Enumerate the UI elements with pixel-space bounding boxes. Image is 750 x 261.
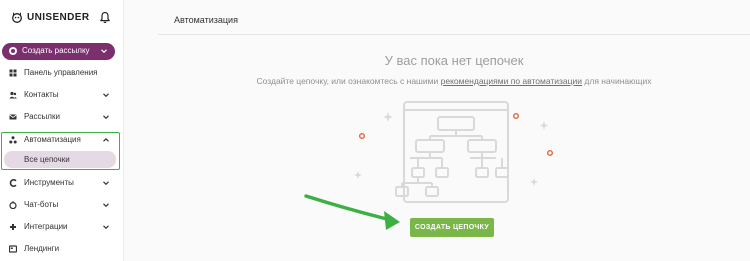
main-content: Автоматизация У вас пока нет цепочек Соз… <box>158 0 750 261</box>
empty-state-description: Создайте цепочку, или ознакомтесь с наши… <box>158 76 750 86</box>
chevron-down-icon <box>103 203 109 208</box>
logo-text[interactable]: UNISENDER <box>27 12 90 23</box>
empty-state-title: У вас пока нет цепочек <box>384 53 524 68</box>
integrations-icon <box>10 224 16 230</box>
empty-desc-text-after: для начинающих <box>584 76 652 86</box>
automation-recommendations-link[interactable]: рекомендациями по автоматизации <box>441 76 582 86</box>
bell-icon[interactable] <box>99 11 111 24</box>
unisender-logo-icon[interactable] <box>11 11 23 23</box>
automation-icon <box>9 136 17 144</box>
sidebar-item-label: Интеграции <box>24 222 68 231</box>
mailing-icon <box>9 114 17 120</box>
sidebar-item-automation[interactable]: Автоматизация <box>0 130 124 150</box>
sidebar-subitem-all-chains[interactable]: Все цепочки <box>4 151 116 168</box>
create-chain-label: СОЗДАТЬ ЦЕПОЧКУ <box>414 224 490 231</box>
create-mailing-button[interactable]: Создать рассылку <box>2 43 115 60</box>
sidebar: UNISENDER Создать рассылку Панель управл… <box>0 0 124 261</box>
sidebar-subitem-label: Все цепочки <box>24 155 70 164</box>
sidebar-item-label: Рассылки <box>24 112 60 121</box>
sidebar-item-chatbots[interactable]: Чат-боты <box>0 195 124 215</box>
sidebar-item-mailings[interactable]: Рассылки <box>0 107 124 127</box>
create-mailing-label: Создать рассылку <box>22 46 90 55</box>
chevron-down-icon <box>103 93 109 98</box>
chevron-up-icon <box>103 137 109 142</box>
tools-icon <box>9 179 17 187</box>
empty-desc-text-before: Создайте цепочку, или ознакомтесь с наши… <box>256 76 439 86</box>
create-chain-button[interactable]: СОЗДАТЬ ЦЕПОЧКУ <box>410 218 494 237</box>
page-title: Автоматизация <box>174 15 238 25</box>
sidebar-item-label: Лендинги <box>24 244 60 253</box>
chevron-down-icon <box>101 49 107 54</box>
landing-icon <box>9 245 17 253</box>
logo-row: UNISENDER <box>0 0 124 38</box>
sidebar-item-contacts[interactable]: Контакты <box>0 85 124 105</box>
chatbot-icon <box>9 201 17 209</box>
plus-circle-icon <box>9 47 17 55</box>
sidebar-item-label: Панель управления <box>24 68 98 77</box>
sidebar-item-label: Инструменты <box>24 178 74 187</box>
sidebar-item-tools[interactable]: Инструменты <box>0 173 124 193</box>
chevron-down-icon <box>103 181 109 186</box>
contacts-icon <box>9 91 17 99</box>
sidebar-item-label: Автоматизация <box>24 135 81 144</box>
chevron-down-icon <box>103 225 109 230</box>
dashboard-icon <box>9 69 17 77</box>
chain-flowchart-illustration <box>354 101 553 203</box>
title-divider <box>158 34 750 35</box>
chevron-down-icon <box>103 115 109 120</box>
sidebar-item-dashboard[interactable]: Панель управления <box>0 63 124 83</box>
sidebar-item-label: Чат-боты <box>24 200 59 209</box>
sidebar-item-landings[interactable]: Лендинги <box>0 239 124 259</box>
sidebar-item-integrations[interactable]: Интеграции <box>0 217 124 237</box>
sidebar-item-label: Контакты <box>24 90 59 99</box>
